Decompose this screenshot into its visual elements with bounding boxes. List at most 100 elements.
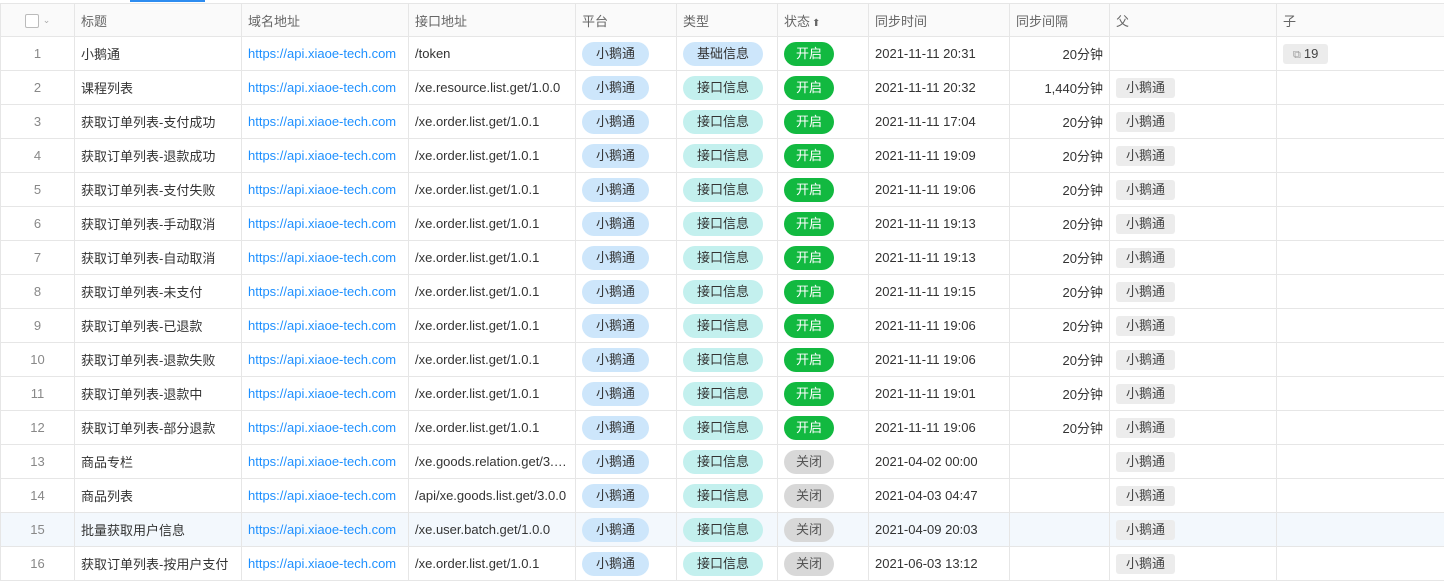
parent-cell[interactable]: 小鹅通 [1110,547,1277,581]
platform-cell[interactable]: 小鹅通 [576,309,677,343]
status-cell[interactable]: 开启 [778,309,869,343]
parent-cell[interactable]: 小鹅通 [1110,105,1277,139]
platform-cell[interactable]: 小鹅通 [576,105,677,139]
path-cell[interactable]: /xe.order.list.get/1.0.1 [409,207,576,241]
path-cell[interactable]: /xe.goods.relation.get/3.0.0 [409,445,576,479]
platform-cell[interactable]: 小鹅通 [576,71,677,105]
status-cell[interactable]: 开启 [778,37,869,71]
domain-link[interactable]: https://api.xiaoe-tech.com [248,386,396,401]
domain-link[interactable]: https://api.xiaoe-tech.com [248,522,396,537]
interval-cell[interactable]: 20分钟 [1010,207,1110,241]
path-cell[interactable]: /xe.order.list.get/1.0.1 [409,411,576,445]
table-row[interactable]: 4获取订单列表-退款成功https://api.xiaoe-tech.com/x… [1,139,1444,173]
parent-tag[interactable]: 小鹅通 [1116,112,1175,132]
title-cell[interactable]: 课程列表 [75,71,242,105]
table-row[interactable]: 9获取订单列表-已退款https://api.xiaoe-tech.com/xe… [1,309,1444,343]
status-cell[interactable]: 关闭 [778,445,869,479]
interval-cell[interactable]: 20分钟 [1010,377,1110,411]
domain-cell[interactable]: https://api.xiaoe-tech.com [242,411,409,445]
path-cell[interactable]: /xe.order.list.get/1.0.1 [409,139,576,173]
title-cell[interactable]: 获取订单列表-支付失败 [75,173,242,207]
domain-cell[interactable]: https://api.xiaoe-tech.com [242,275,409,309]
domain-cell[interactable]: https://api.xiaoe-tech.com [242,513,409,547]
sync-time-cell[interactable]: 2021-11-11 19:13 [869,207,1010,241]
parent-cell[interactable]: 小鹅通 [1110,445,1277,479]
table-row[interactable]: 14商品列表https://api.xiaoe-tech.com/api/xe.… [1,479,1444,513]
title-cell[interactable]: 获取订单列表-未支付 [75,275,242,309]
status-cell[interactable]: 开启 [778,71,869,105]
platform-cell[interactable]: 小鹅通 [576,377,677,411]
type-cell[interactable]: 接口信息 [677,275,778,309]
interval-cell[interactable]: 20分钟 [1010,37,1110,71]
sync-time-cell[interactable]: 2021-11-11 19:13 [869,241,1010,275]
type-cell[interactable]: 接口信息 [677,445,778,479]
platform-cell[interactable]: 小鹅通 [576,411,677,445]
parent-tag[interactable]: 小鹅通 [1116,180,1175,200]
type-cell[interactable]: 接口信息 [677,479,778,513]
sync-time-cell[interactable]: 2021-11-11 19:01 [869,377,1010,411]
domain-cell[interactable]: https://api.xiaoe-tech.com [242,547,409,581]
table-row[interactable]: 6获取订单列表-手动取消https://api.xiaoe-tech.com/x… [1,207,1444,241]
domain-cell[interactable]: https://api.xiaoe-tech.com [242,479,409,513]
type-cell[interactable]: 接口信息 [677,411,778,445]
sync-time-cell[interactable]: 2021-11-11 17:04 [869,105,1010,139]
child-cell[interactable] [1277,309,1444,343]
platform-cell[interactable]: 小鹅通 [576,139,677,173]
title-cell[interactable]: 小鹅通 [75,37,242,71]
platform-cell[interactable]: 小鹅通 [576,37,677,71]
domain-link[interactable]: https://api.xiaoe-tech.com [248,216,396,231]
parent-cell[interactable]: 小鹅通 [1110,343,1277,377]
sync-time-cell[interactable]: 2021-11-11 19:06 [869,173,1010,207]
parent-tag[interactable]: 小鹅通 [1116,486,1175,506]
child-cell[interactable] [1277,105,1444,139]
type-cell[interactable]: 接口信息 [677,547,778,581]
parent-cell[interactable]: 小鹅通 [1110,411,1277,445]
domain-cell[interactable]: https://api.xiaoe-tech.com [242,343,409,377]
domain-cell[interactable]: https://api.xiaoe-tech.com [242,139,409,173]
interval-cell[interactable] [1010,479,1110,513]
sync-time-cell[interactable]: 2021-04-02 00:00 [869,445,1010,479]
parent-tag[interactable]: 小鹅通 [1116,316,1175,336]
sync-time-cell[interactable]: 2021-11-11 19:06 [869,309,1010,343]
path-cell[interactable]: /xe.order.list.get/1.0.1 [409,547,576,581]
domain-link[interactable]: https://api.xiaoe-tech.com [248,148,396,163]
status-cell[interactable]: 关闭 [778,547,869,581]
domain-link[interactable]: https://api.xiaoe-tech.com [248,488,396,503]
column-header-interval[interactable]: 同步间隔 [1010,4,1110,37]
sync-time-cell[interactable]: 2021-11-11 20:32 [869,71,1010,105]
title-cell[interactable]: 商品专栏 [75,445,242,479]
interval-cell[interactable]: 20分钟 [1010,241,1110,275]
parent-tag[interactable]: 小鹅通 [1116,282,1175,302]
interval-cell[interactable]: 1,440分钟 [1010,71,1110,105]
parent-tag[interactable]: 小鹅通 [1116,452,1175,472]
path-cell[interactable]: /xe.resource.list.get/1.0.0 [409,71,576,105]
domain-link[interactable]: https://api.xiaoe-tech.com [248,80,396,95]
child-cell[interactable] [1277,445,1444,479]
sync-time-cell[interactable]: 2021-11-11 19:15 [869,275,1010,309]
child-cell[interactable] [1277,241,1444,275]
sync-time-cell[interactable]: 2021-11-11 19:09 [869,139,1010,173]
child-cell[interactable] [1277,513,1444,547]
table-row[interactable]: 11获取订单列表-退款中https://api.xiaoe-tech.com/x… [1,377,1444,411]
column-header-status[interactable]: 状态⬆ [778,4,869,37]
platform-cell[interactable]: 小鹅通 [576,547,677,581]
parent-cell[interactable]: 小鹅通 [1110,513,1277,547]
domain-cell[interactable]: https://api.xiaoe-tech.com [242,309,409,343]
type-cell[interactable]: 接口信息 [677,377,778,411]
domain-cell[interactable]: https://api.xiaoe-tech.com [242,241,409,275]
path-cell[interactable]: /api/xe.goods.list.get/3.0.0 [409,479,576,513]
parent-cell[interactable]: 小鹅通 [1110,241,1277,275]
domain-cell[interactable]: https://api.xiaoe-tech.com [242,173,409,207]
type-cell[interactable]: 接口信息 [677,105,778,139]
title-cell[interactable]: 获取订单列表-已退款 [75,309,242,343]
interval-cell[interactable]: 20分钟 [1010,275,1110,309]
sync-time-cell[interactable]: 2021-11-11 19:06 [869,343,1010,377]
platform-cell[interactable]: 小鹅通 [576,173,677,207]
type-cell[interactable]: 接口信息 [677,173,778,207]
interval-cell[interactable]: 20分钟 [1010,411,1110,445]
platform-cell[interactable]: 小鹅通 [576,343,677,377]
column-header-platform[interactable]: 平台 [576,4,677,37]
column-header-child[interactable]: 子 [1277,4,1444,37]
path-cell[interactable]: /xe.order.list.get/1.0.1 [409,173,576,207]
table-row[interactable]: 15批量获取用户信息https://api.xiaoe-tech.com/xe.… [1,513,1444,547]
